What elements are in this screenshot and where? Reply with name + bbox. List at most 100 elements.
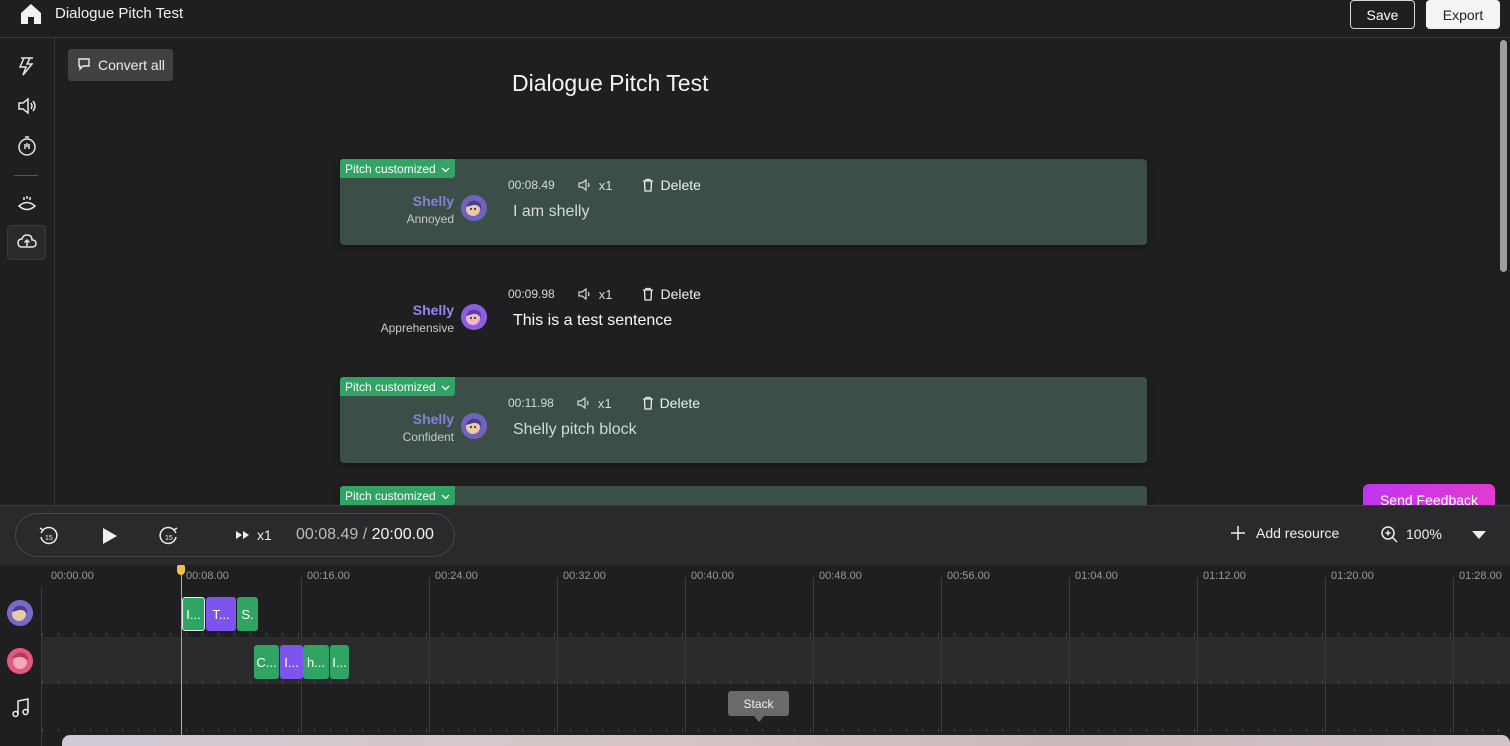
trash-icon — [642, 396, 653, 410]
line-speed[interactable]: x1 — [576, 396, 612, 411]
os-dock — [62, 735, 1510, 746]
left-sidebar — [0, 38, 55, 505]
timeline-clip[interactable]: I... — [182, 597, 205, 631]
tick-label: 00:24.00 — [435, 570, 478, 582]
home-icon[interactable] — [18, 2, 44, 26]
line-text[interactable]: This is a test sentence — [513, 312, 672, 330]
tick-label: 01:04.00 — [1075, 570, 1118, 582]
delete-button[interactable]: Delete — [642, 177, 701, 193]
delete-button[interactable]: Delete — [642, 286, 701, 302]
line-text[interactable]: I am shelly — [513, 203, 589, 221]
upload-cloud-icon[interactable] — [14, 229, 40, 255]
timeline: 00:00.00 00:08.00 00:16.00 00:24.00 00:3… — [0, 565, 1510, 746]
voice-effects-icon[interactable] — [14, 53, 40, 79]
avatar — [461, 304, 487, 330]
speaker-name: Shelly — [412, 302, 454, 318]
delete-button[interactable]: Delete — [642, 395, 700, 411]
line-time: 00:08.49 — [508, 178, 555, 192]
grid-line — [1325, 577, 1326, 733]
line-time: 00:09.98 — [508, 287, 555, 301]
timeline-clip[interactable]: I... — [330, 645, 349, 679]
time-ruler[interactable]: 00:00.00 00:08.00 00:16.00 00:24.00 00:3… — [42, 565, 1510, 585]
line-text[interactable]: Shelly pitch block — [513, 421, 637, 439]
fast-forward-icon — [236, 531, 249, 539]
tick-label: 00:16.00 — [307, 570, 350, 582]
track-grid — [42, 633, 1510, 636]
save-button[interactable]: Save — [1350, 0, 1415, 29]
top-bar: Dialogue Pitch Test Save Export — [0, 0, 1510, 38]
add-resource-button[interactable]: Add resource — [1230, 525, 1339, 541]
trash-icon — [643, 178, 654, 192]
svg-text:15: 15 — [45, 535, 53, 542]
grid-line — [813, 577, 814, 733]
scrollbar-thumb[interactable] — [1500, 40, 1507, 272]
grid-line — [685, 577, 686, 733]
convert-all-label: Convert all — [98, 57, 165, 73]
grid-line — [1069, 577, 1070, 733]
tick-label: 00:32.00 — [563, 570, 606, 582]
time-display: 00:08.49 / 20:00.00 — [296, 526, 434, 544]
tick-label: 00:00.00 — [51, 570, 94, 582]
speaker-info[interactable]: Shelly Apprehensive — [381, 302, 454, 335]
pitch-customized-tag[interactable]: Pitch customized — [340, 377, 455, 396]
editor-scrollbar[interactable] — [1497, 38, 1510, 505]
speed-value: x1 — [598, 286, 613, 302]
zoom-dropdown-icon[interactable] — [1472, 531, 1486, 539]
playhead[interactable] — [181, 565, 182, 746]
track-gutter-divider — [41, 587, 42, 746]
rewind-15-icon[interactable]: 15 — [35, 523, 61, 549]
play-icon[interactable] — [96, 523, 122, 549]
timeline-clip[interactable]: S. — [237, 597, 258, 631]
line-speed[interactable]: x1 — [577, 286, 613, 302]
timeline-clip[interactable]: T... — [206, 597, 236, 631]
playback-speed-value: x1 — [257, 527, 272, 543]
timeline-clip[interactable]: I... — [280, 645, 303, 679]
forward-15-icon[interactable]: 15 — [156, 523, 182, 549]
send-feedback-button[interactable]: Send Feedback — [1363, 484, 1495, 506]
delete-label: Delete — [660, 286, 701, 302]
ambience-icon[interactable] — [14, 191, 40, 217]
plus-icon — [1231, 526, 1245, 540]
speaker-icon — [578, 178, 590, 192]
speaker-icon — [578, 287, 590, 301]
speaker-info[interactable]: Shelly Confident — [403, 411, 454, 444]
dialogue-block[interactable]: Pitch customized — [340, 486, 1147, 505]
timeline-clip[interactable]: h... — [303, 645, 329, 679]
grid-line — [941, 577, 942, 733]
tick-label: 01:20.00 — [1331, 570, 1374, 582]
pitch-customized-tag[interactable]: Pitch customized — [340, 159, 455, 178]
export-button[interactable]: Export — [1426, 0, 1500, 29]
trash-icon — [643, 287, 654, 301]
speaker-info[interactable]: Shelly Annoyed — [407, 193, 454, 226]
delete-label: Delete — [660, 177, 701, 193]
delete-label: Delete — [659, 395, 701, 411]
pitch-tag-label: Pitch customized — [345, 161, 436, 176]
dialogue-block[interactable]: Pitch customized 00:08.49 x1 Delete Shel… — [340, 159, 1147, 245]
timeline-clip[interactable]: C... — [254, 645, 279, 679]
speaker-name: Shelly — [412, 411, 454, 427]
pitch-customized-tag[interactable]: Pitch customized — [340, 486, 455, 505]
dialogue-block[interactable]: 00:09.98 x1 Delete Shelly Apprehensive T… — [340, 268, 1147, 354]
avatar — [461, 195, 487, 221]
playback-speed[interactable]: x1 — [235, 527, 272, 543]
timer-icon[interactable] — [14, 133, 40, 159]
pitch-tag-label: Pitch customized — [345, 488, 436, 503]
total-time: 20:00.00 — [371, 526, 434, 543]
convert-all-button[interactable]: Convert all — [68, 49, 173, 81]
speed-value: x1 — [597, 395, 612, 411]
grid-line — [429, 577, 430, 733]
dialogue-block[interactable]: Pitch customized 00:11.98 x1 Delete Shel… — [340, 377, 1147, 463]
zoom-control[interactable]: 100% — [1380, 525, 1442, 543]
pitch-tag-label: Pitch customized — [345, 379, 436, 394]
speed-value: x1 — [598, 177, 613, 193]
tooltip: Stack — [728, 691, 789, 722]
player-bar: 15 15 x1 00:08.49 / 20:00.00 Add resourc… — [0, 505, 1510, 565]
speaker-emotion: Apprehensive — [380, 321, 454, 335]
speaker-track-shelly[interactable] — [42, 589, 1510, 636]
tick-label: 00:48.00 — [819, 570, 862, 582]
zoom-value: 100% — [1406, 526, 1442, 542]
playhead-handle[interactable] — [177, 565, 185, 575]
tick-label: 00:08.00 — [186, 570, 229, 582]
speaker-icon[interactable] — [14, 93, 40, 119]
line-speed[interactable]: x1 — [577, 177, 613, 193]
